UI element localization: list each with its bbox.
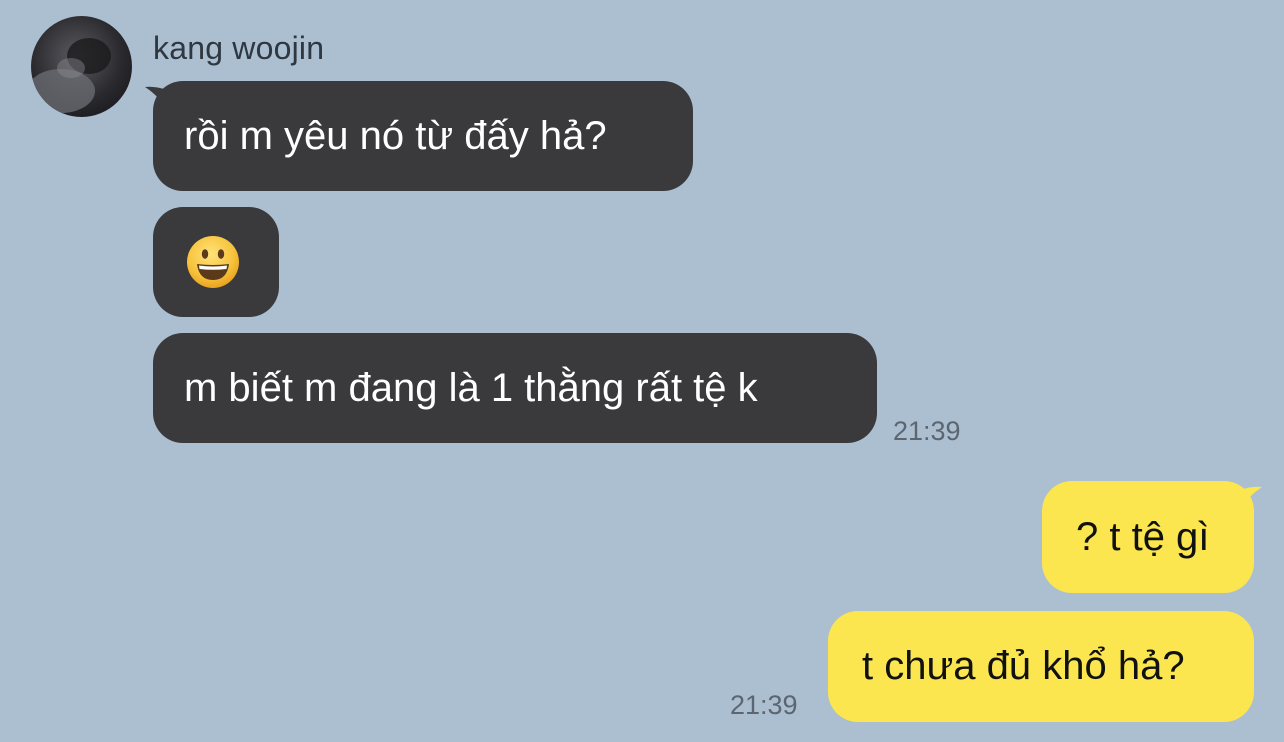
incoming-message[interactable]: m biết m đang là 1 thằng rất tệ k [153, 333, 877, 443]
message-text: t chưa đủ khổ hả? [862, 644, 1185, 688]
message-text: m biết m đang là 1 thằng rất tệ k [184, 365, 758, 410]
contact-name: kang woojin [153, 30, 325, 66]
incoming-emoji-message[interactable] [153, 207, 279, 317]
outgoing-message[interactable]: ? t tệ gì [1042, 481, 1254, 593]
message-timestamp: 21:39 [893, 416, 961, 446]
outgoing-message[interactable]: t chưa đủ khổ hả? [828, 611, 1254, 722]
message-text: rồi m yêu nó từ đấy hả? [184, 113, 607, 158]
message-text: ? t tệ gì [1076, 514, 1210, 559]
incoming-message[interactable]: rồi m yêu nó từ đấy hả? [153, 81, 693, 191]
grinning-face-emoji [187, 236, 239, 288]
message-timestamp: 21:39 [730, 690, 798, 720]
avatar-photo [31, 38, 111, 113]
contact-avatar[interactable] [31, 16, 132, 117]
